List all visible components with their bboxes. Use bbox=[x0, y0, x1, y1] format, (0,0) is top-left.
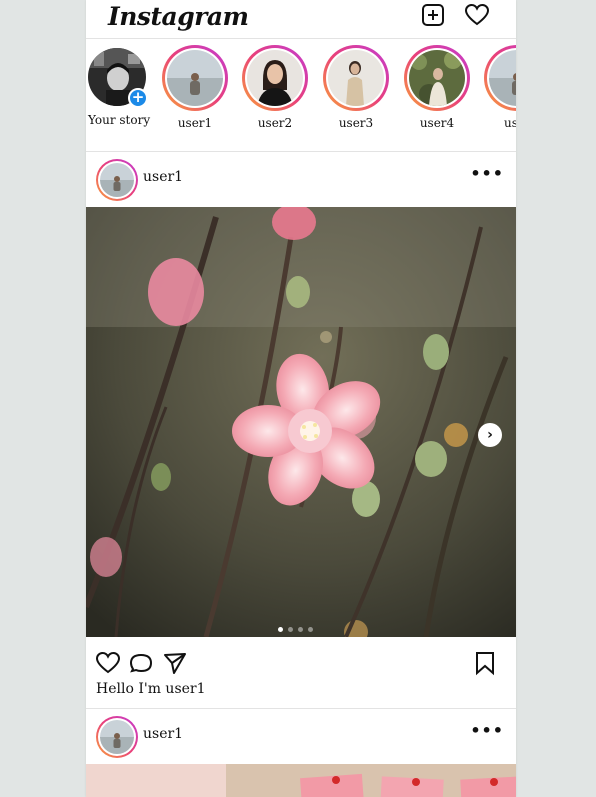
story-user3[interactable]: user3 bbox=[323, 45, 389, 130]
story-avatar bbox=[167, 50, 223, 106]
carousel-dot bbox=[288, 627, 293, 632]
story-label: user1 bbox=[177, 116, 213, 130]
story-user2[interactable]: user2 bbox=[242, 45, 308, 130]
comment-icon[interactable] bbox=[129, 650, 155, 676]
story-label: user4 bbox=[419, 116, 455, 130]
story-avatar bbox=[247, 50, 303, 106]
carousel-dot bbox=[298, 627, 303, 632]
app-frame: Instagram + Your story user1 user2 user3… bbox=[86, 0, 516, 797]
post-image[interactable]: › bbox=[86, 207, 516, 637]
post-header: user1 ••• bbox=[86, 709, 516, 764]
post-image[interactable] bbox=[86, 764, 516, 797]
post-avatar[interactable] bbox=[96, 716, 138, 758]
post-username[interactable]: user1 bbox=[143, 726, 183, 742]
more-options-icon[interactable]: ••• bbox=[470, 721, 504, 740]
story-label: Your story bbox=[88, 113, 151, 127]
post-username[interactable]: user1 bbox=[143, 169, 183, 185]
story-avatar bbox=[328, 50, 384, 106]
your-story[interactable]: + Your story bbox=[88, 48, 151, 127]
story-label: user3 bbox=[338, 116, 374, 130]
new-post-icon[interactable] bbox=[420, 2, 446, 28]
story-label: us bbox=[504, 116, 516, 130]
story-label: user2 bbox=[257, 116, 293, 130]
top-bar: Instagram bbox=[86, 0, 516, 39]
story-user4[interactable]: user4 bbox=[404, 45, 470, 130]
post-header: user1 ••• bbox=[86, 152, 516, 207]
story-user5[interactable]: us bbox=[484, 45, 516, 130]
bookmark-icon[interactable] bbox=[472, 650, 498, 676]
heart-icon[interactable] bbox=[464, 2, 490, 28]
story-avatar bbox=[409, 50, 465, 106]
post-actions bbox=[86, 637, 516, 687]
stories-row: + Your story user1 user2 user3 user4 us bbox=[86, 40, 516, 152]
share-icon[interactable] bbox=[162, 650, 188, 676]
carousel-dots bbox=[278, 617, 318, 636]
add-story-badge[interactable]: + bbox=[128, 88, 148, 108]
more-options-icon[interactable]: ••• bbox=[470, 164, 504, 183]
carousel-next-button[interactable]: › bbox=[478, 423, 502, 447]
story-avatar bbox=[489, 50, 516, 106]
carousel-dot bbox=[278, 627, 283, 632]
instagram-logo[interactable]: Instagram bbox=[108, 2, 249, 31]
post-avatar[interactable] bbox=[96, 159, 138, 201]
carousel-dot bbox=[308, 627, 313, 632]
like-heart-icon[interactable] bbox=[95, 650, 121, 676]
story-user1[interactable]: user1 bbox=[162, 45, 228, 130]
post-caption: Hello I'm user1 bbox=[96, 681, 206, 697]
